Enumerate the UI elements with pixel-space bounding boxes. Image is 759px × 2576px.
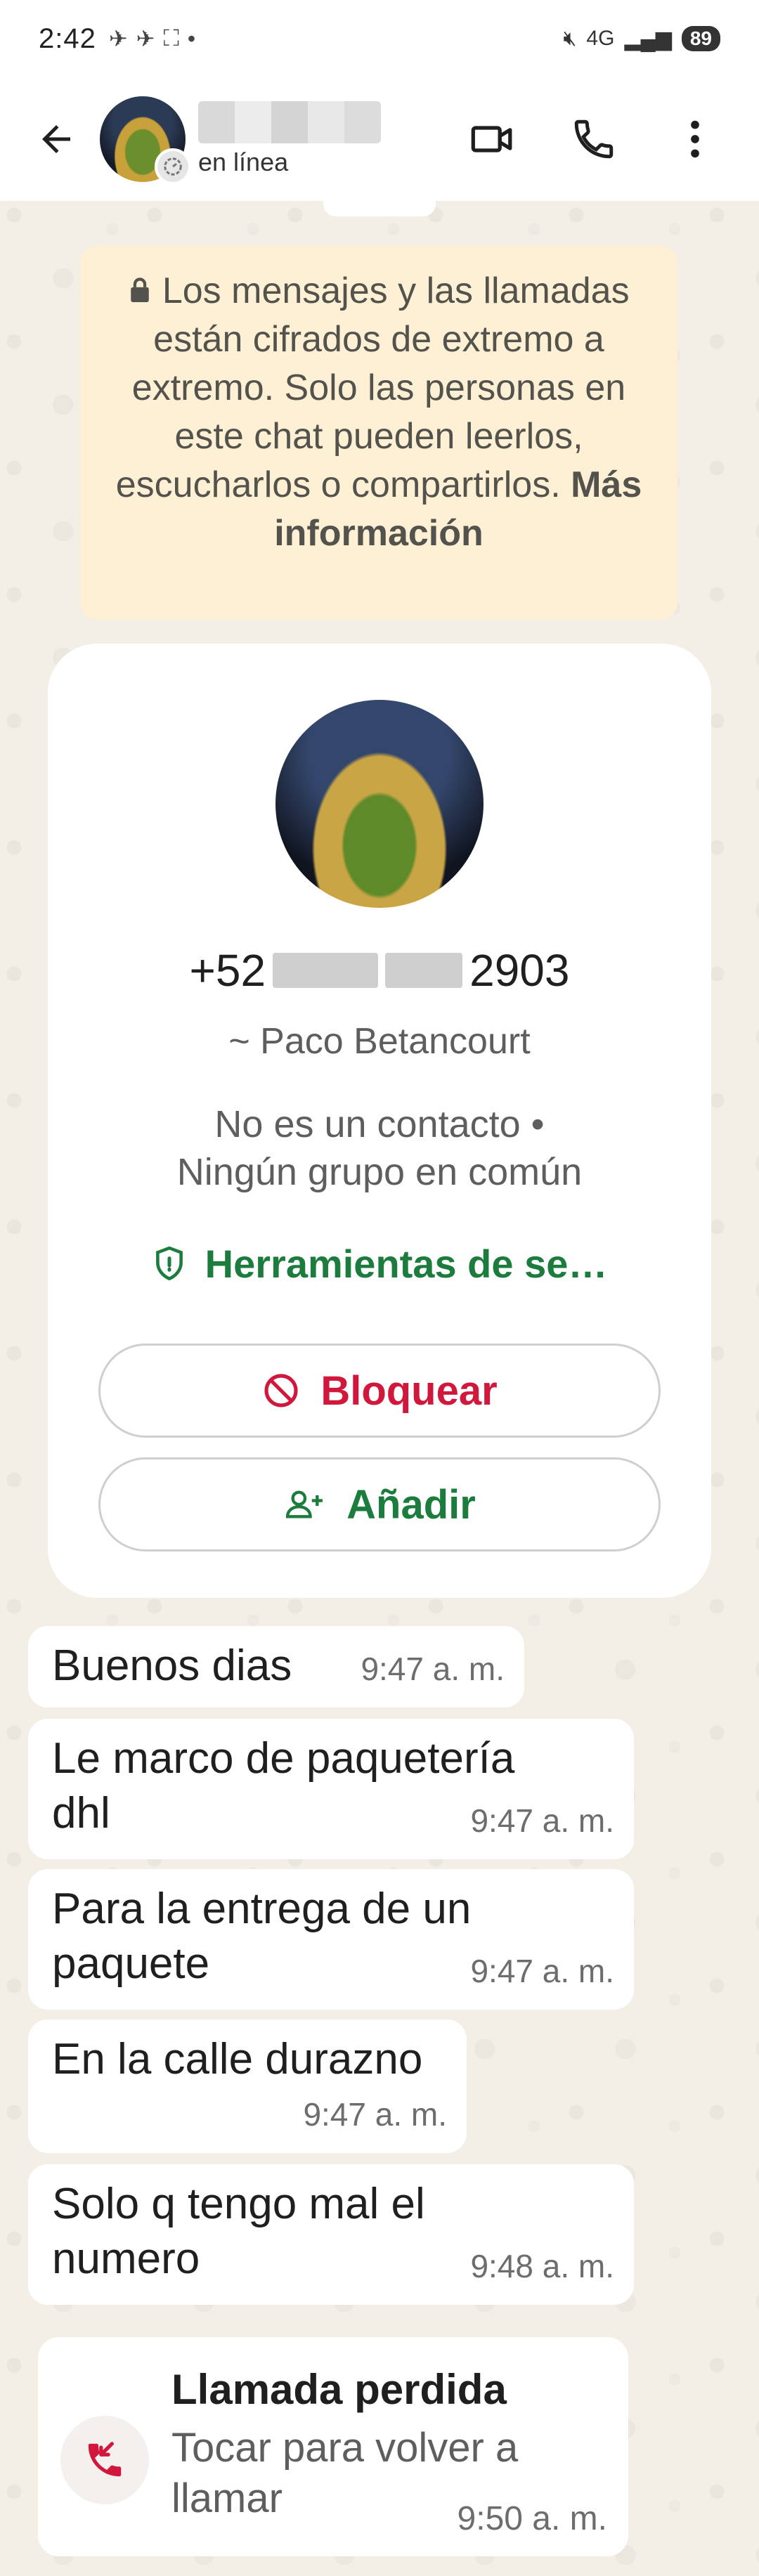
missed-call-title: Llamada perdida <box>171 2366 507 2413</box>
message-time: 9:47 a. m. <box>470 1953 614 1989</box>
missed-call-time: 9:50 a. m. <box>457 2500 607 2537</box>
phone-icon <box>574 119 614 159</box>
profile-avatar[interactable] <box>275 700 484 908</box>
timer-icon <box>155 148 191 185</box>
notification-icon: ✈ <box>136 26 155 51</box>
phone-prefix: +52 <box>189 945 266 996</box>
chat-header: en línea <box>0 77 759 201</box>
message-bubble[interactable]: Para la entrega de un paquete 9:47 a. m. <box>28 1869 634 2010</box>
safety-tools-link[interactable]: Herramientas de se… <box>48 1241 711 1287</box>
message-bubble[interactable]: Solo q tengo mal el numero 9:48 a. m. <box>28 2164 634 2305</box>
contact-info[interactable]: en línea <box>198 90 381 188</box>
phone-redacted-part <box>273 953 379 988</box>
message-text: Para la entrega de un paquete <box>52 1885 472 1988</box>
encryption-notice[interactable]: Los mensajes y las llamadas están cifrad… <box>80 246 677 620</box>
network-label: 4G <box>586 27 615 50</box>
message-time: 9:48 a. m. <box>470 2248 614 2284</box>
block-icon <box>264 1374 298 1407</box>
safety-tools-label: Herramientas de se… <box>205 1242 608 1286</box>
dot-icon: • <box>187 25 196 51</box>
not-a-contact-label: No es un contacto • <box>214 1103 545 1145</box>
contact-alias: ~ Paco Betancourt <box>228 1021 531 1062</box>
contact-profile-card: +52 2903 ~ Paco Betancourt No es un cont… <box>48 644 711 1598</box>
message-text: Buenos dias <box>52 1641 292 1690</box>
no-common-groups-label: Ningún grupo en común <box>176 1151 583 1193</box>
phone-number: +52 2903 <box>48 944 711 996</box>
phone-suffix: 2903 <box>469 945 570 996</box>
missed-call-bubble[interactable]: Llamada perdida Tocar para volver a llam… <box>38 2337 628 2556</box>
video-call-button[interactable] <box>468 115 517 164</box>
date-chip <box>323 191 436 216</box>
contact-status: en línea <box>198 148 289 176</box>
contact-name-redacted <box>198 101 381 143</box>
voice-call-button[interactable] <box>569 115 618 164</box>
status-bar: 2:42 ✈ ✈ ⛶ • 🔇︎ 4G ▂▄▆ 89 <box>0 0 759 77</box>
message-text: Solo q tengo mal el numero <box>52 2180 425 2283</box>
more-vert-icon <box>691 120 699 158</box>
more-options-button[interactable] <box>670 115 720 164</box>
encryption-text: Los mensajes y las llamadas están cifrad… <box>115 271 630 505</box>
back-button[interactable] <box>28 111 84 167</box>
notification-icon: ✈ <box>108 26 128 51</box>
message-time: 9:47 a. m. <box>303 2096 447 2133</box>
missed-call-icon <box>60 2416 149 2504</box>
screenshot-icon: ⛶ <box>163 25 179 51</box>
status-time: 2:42 <box>39 22 96 54</box>
shield-icon <box>155 1246 183 1280</box>
contact-meta: No es un contacto • Ningún grupo en comú… <box>48 1100 711 1196</box>
contact-avatar[interactable] <box>100 96 191 185</box>
message-bubble[interactable]: En la calle durazno 9:47 a. m. <box>28 2019 467 2153</box>
add-person-icon <box>286 1490 323 1518</box>
block-button[interactable]: Bloquear <box>98 1344 661 1438</box>
signal-icon: ▂▄▆ <box>624 27 672 51</box>
video-camera-icon <box>471 126 512 152</box>
message-bubble[interactable]: Buenos dias 9:47 a. m. <box>28 1626 524 1707</box>
arrow-back-icon <box>42 125 70 153</box>
add-label: Añadir <box>346 1481 476 1528</box>
mute-icon: 🔇︎ <box>563 27 577 50</box>
message-bubble[interactable]: Le marco de paquetería dhl 9:47 a. m. <box>28 1719 634 1859</box>
notification-icons: ✈ ✈ ⛶ • <box>109 25 195 52</box>
phone-redacted-part <box>385 953 463 988</box>
message-text: En la calle durazno <box>52 2035 423 2083</box>
battery-indicator: 89 <box>681 26 720 51</box>
add-contact-button[interactable]: Añadir <box>98 1457 661 1552</box>
block-label: Bloquear <box>320 1367 498 1414</box>
message-time: 9:47 a. m. <box>470 1802 614 1839</box>
message-time: 9:47 a. m. <box>361 1651 505 1687</box>
lock-icon <box>128 271 162 311</box>
